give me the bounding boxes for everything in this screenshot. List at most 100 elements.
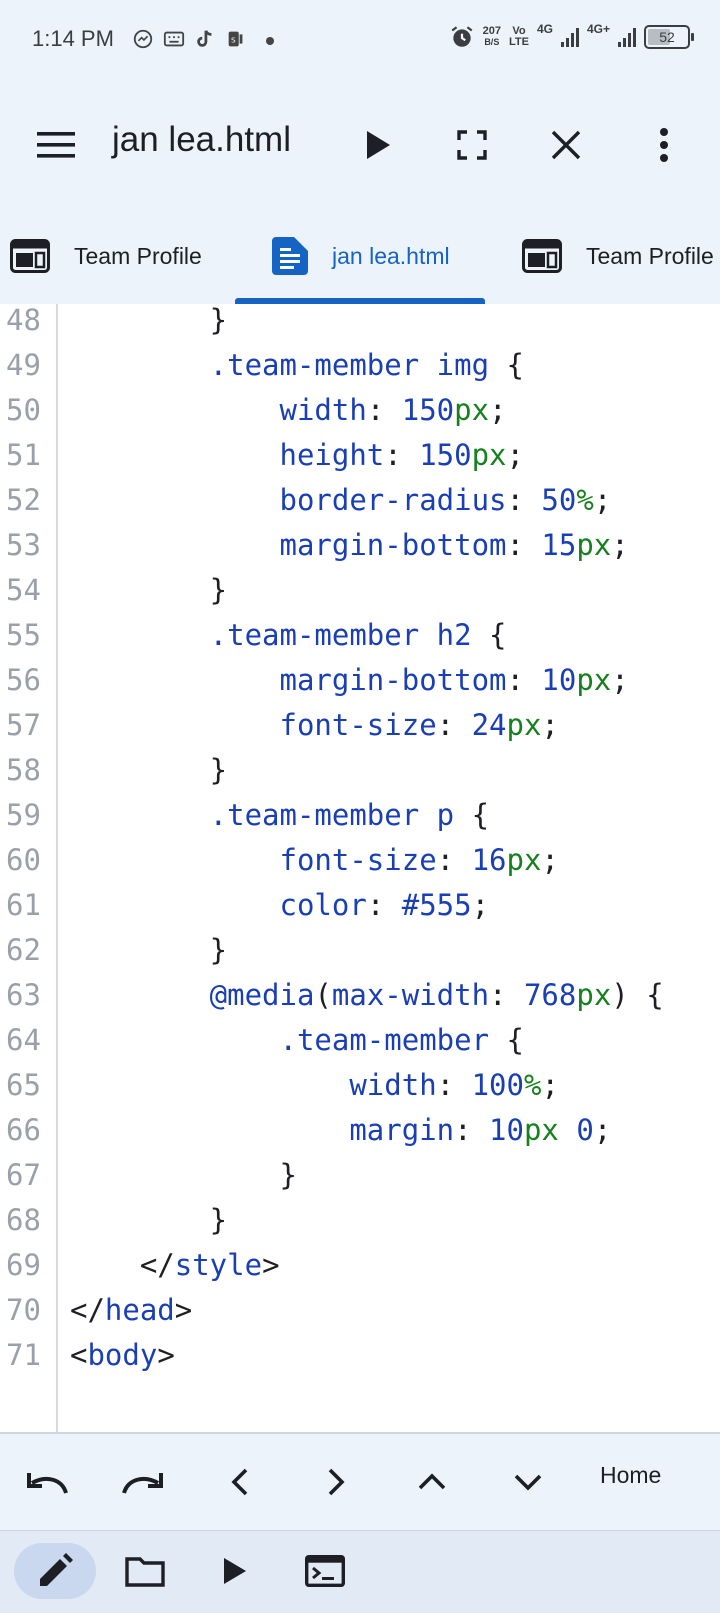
code-token: :	[436, 708, 472, 742]
code-token: }	[70, 933, 228, 967]
code-line[interactable]: 52 border-radius: 50%;	[0, 477, 720, 523]
code-editor[interactable]: 48 } 49 .team-member img {50 width: 150px…	[0, 304, 720, 1432]
nav-files-button[interactable]	[104, 1543, 186, 1599]
tab-label: Team Profile	[586, 242, 714, 269]
volte-indicator: Vo LTE	[509, 25, 529, 48]
battery-level: 52	[659, 29, 675, 45]
code-line[interactable]: 60 font-size: 16px;	[0, 837, 720, 883]
menu-button[interactable]	[28, 117, 84, 173]
code-line[interactable]: 50 width: 150px;	[0, 387, 720, 433]
code-line[interactable]: 53 margin-bottom: 15px;	[0, 522, 720, 568]
code-token: :	[506, 663, 542, 697]
code-line[interactable]: 68 }	[0, 1197, 720, 1243]
fullscreen-icon	[457, 130, 487, 160]
code-token: margin	[70, 1113, 455, 1147]
code-line[interactable]: 63 @media(max-width: 768px) {	[0, 972, 720, 1018]
code-line[interactable]: 54 }	[0, 567, 720, 613]
code-token: 10	[541, 663, 577, 697]
code-line[interactable]: 62 }	[0, 927, 720, 973]
code-token: 0	[576, 1113, 594, 1147]
code-token: 150	[401, 393, 455, 427]
code-text: <body>	[70, 1332, 175, 1378]
sim1-signal-icon	[560, 27, 579, 47]
code-token: {	[506, 348, 524, 382]
code-token: {	[471, 798, 490, 832]
code-token: 100	[471, 1068, 524, 1102]
cursor-right-button[interactable]	[308, 1456, 364, 1508]
code-token: }	[70, 1203, 228, 1237]
home-key-button[interactable]: Home	[600, 1462, 661, 1489]
line-number: 64	[6, 1023, 41, 1057]
net-speed: 207 B/S	[482, 25, 501, 48]
code-line[interactable]: 48 }	[0, 304, 720, 343]
code-token: 10	[489, 1113, 524, 1147]
code-token: width	[70, 393, 367, 427]
line-number: 66	[6, 1113, 41, 1147]
line-number: 60	[6, 843, 41, 877]
code-line[interactable]: 59 .team-member p {	[0, 792, 720, 838]
code-line[interactable]: 67 }	[0, 1152, 720, 1198]
code-token: :	[436, 843, 472, 877]
play-icon	[224, 1558, 246, 1584]
code-line[interactable]: 57 font-size: 24px;	[0, 702, 720, 748]
fullscreen-button[interactable]	[444, 117, 500, 173]
svg-text:S: S	[231, 36, 236, 45]
cursor-left-button[interactable]	[212, 1456, 268, 1508]
line-number: 67	[6, 1158, 41, 1192]
line-number: 63	[6, 978, 41, 1012]
arrow-up-icon	[418, 1473, 446, 1490]
code-line[interactable]: 69 </style>	[0, 1242, 720, 1288]
code-text: }	[70, 747, 227, 793]
code-line[interactable]: 49 .team-member img {	[0, 342, 720, 388]
code-text: }	[70, 927, 227, 973]
code-token: ;	[593, 483, 612, 517]
code-line[interactable]: 66 margin: 10px 0;	[0, 1107, 720, 1153]
code-token: 50	[541, 483, 577, 517]
code-text: margin: 10px 0;	[70, 1107, 611, 1153]
cursor-up-button[interactable]	[404, 1456, 460, 1508]
more-button[interactable]	[636, 117, 692, 173]
cursor-down-button[interactable]	[500, 1456, 556, 1508]
undo-button[interactable]	[20, 1456, 76, 1508]
code-token: px	[471, 438, 507, 472]
code-token: ;	[506, 438, 524, 472]
nav-run-button[interactable]	[194, 1543, 276, 1599]
code-token: 24	[471, 708, 507, 742]
code-token: :	[489, 978, 524, 1012]
tab-team-profile-2[interactable]: Team Profile	[522, 208, 714, 304]
line-number: 68	[6, 1203, 41, 1237]
code-token: 15	[541, 528, 577, 562]
run-button[interactable]	[350, 117, 406, 173]
nav-edit-button[interactable]	[14, 1543, 96, 1599]
code-line[interactable]: 65 width: 100%;	[0, 1062, 720, 1108]
code-line[interactable]: 51 height: 150px;	[0, 432, 720, 478]
code-text: font-size: 16px;	[70, 837, 559, 883]
code-token: 768	[523, 978, 577, 1012]
code-token: }	[70, 1158, 297, 1192]
code-token: width	[70, 1068, 437, 1102]
code-token: :	[506, 483, 542, 517]
tab-jan-lea-html[interactable]: jan lea.html	[272, 208, 450, 304]
code-text: }	[70, 1152, 297, 1198]
code-token: px	[576, 528, 612, 562]
code-line[interactable]: 55 .team-member h2 {	[0, 612, 720, 658]
code-line[interactable]: 56 margin-bottom: 10px;	[0, 657, 720, 703]
code-text: </head>	[70, 1287, 192, 1333]
status-indicators: 207 B/S Vo LTE 4G 4G+ 52	[449, 22, 694, 50]
code-line[interactable]: 61 color: #555;	[0, 882, 720, 928]
nav-terminal-button[interactable]	[284, 1543, 366, 1599]
code-token: :	[366, 393, 402, 427]
more-vert-icon	[660, 128, 668, 162]
code-line[interactable]: 70 </head>	[0, 1287, 720, 1333]
line-number: 69	[6, 1248, 41, 1282]
code-line[interactable]: 71 <body>	[0, 1332, 720, 1378]
code-token: px	[454, 393, 490, 427]
code-token: px	[506, 708, 542, 742]
code-line[interactable]: 58 }	[0, 747, 720, 793]
code-token: head	[104, 1293, 175, 1327]
line-number: 59	[6, 798, 41, 832]
close-button[interactable]	[538, 117, 594, 173]
code-line[interactable]: 64 .team-member {	[0, 1017, 720, 1063]
tab-team-profile-1[interactable]: Team Profile	[10, 208, 202, 304]
redo-button[interactable]	[114, 1456, 170, 1508]
